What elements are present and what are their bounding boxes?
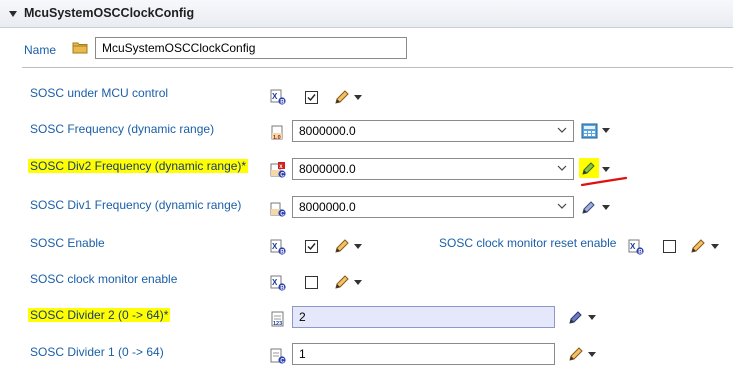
pencil-icon[interactable] (333, 273, 351, 291)
sosc-clock-monitor-enable-label: SOSC clock monitor enable (30, 272, 178, 286)
sosc-clock-monitor-reset-enable-label: SOSC clock monitor reset enable (439, 236, 617, 250)
chevron-down-icon[interactable] (602, 205, 610, 211)
sosc-frequency-value: 8000000.0 (299, 124, 356, 138)
svg-text:B: B (280, 100, 285, 106)
chevron-down-icon[interactable] (602, 128, 610, 134)
section-header[interactable]: McuSystemOSCClockConfig (0, 0, 733, 28)
sosc-divider-1-field[interactable]: 1 (292, 343, 555, 365)
name-field[interactable]: McuSystemOSCClockConfig (95, 37, 407, 59)
wand-icon[interactable] (567, 308, 585, 326)
pencil-icon[interactable] (333, 88, 351, 106)
pencil-icon[interactable] (333, 237, 351, 255)
svg-text:B: B (280, 286, 285, 292)
sosc-div1-frequency-label: SOSC Div1 Frequency (dynamic range) (30, 198, 242, 212)
sosc-clock-monitor-reset-enable-checkbox[interactable] (663, 240, 676, 253)
pencil-icon[interactable] (689, 237, 707, 255)
svg-text:123: 123 (273, 321, 282, 327)
chevron-down-icon[interactable] (711, 244, 719, 250)
calculator-icon[interactable] (581, 123, 598, 139)
chevron-down-icon[interactable] (354, 95, 362, 101)
sosc-frequency-label: SOSC Frequency (dynamic range) (30, 122, 215, 136)
svg-text:C: C (280, 173, 285, 179)
pencil-icon[interactable] (567, 345, 585, 363)
sosc-div1-frequency-combo[interactable]: 8000000.0 (292, 196, 574, 218)
checkmark-icon (307, 243, 316, 251)
boolean-type-icon: X B (270, 239, 286, 255)
folder-icon[interactable] (72, 40, 88, 54)
chevron-down-icon[interactable] (557, 165, 567, 172)
name-label: Name (24, 43, 57, 57)
sosc-enable-checkbox[interactable] (305, 240, 318, 253)
float-type-calculated-icon: x C (270, 162, 286, 178)
float-type-calculated-icon: C (270, 202, 286, 218)
chevron-down-icon[interactable] (354, 244, 362, 250)
chevron-down-icon[interactable] (557, 203, 567, 210)
chevron-down-icon[interactable] (588, 352, 596, 358)
svg-text:X: X (630, 242, 636, 251)
chevron-down-icon[interactable] (602, 167, 610, 173)
sosc-divider-2-label: SOSC Divider 2 (0 -> 64)* (28, 308, 171, 322)
chevron-down-icon[interactable] (557, 127, 567, 134)
sosc-enable-label: SOSC Enable (30, 236, 105, 250)
sosc-div2-frequency-value: 8000000.0 (299, 162, 356, 176)
chevron-down-icon[interactable] (354, 280, 362, 286)
wand-icon[interactable] (580, 159, 598, 177)
sosc-divider-2-field[interactable]: 2 (292, 306, 555, 328)
sosc-under-mcu-control-checkbox[interactable] (305, 91, 318, 104)
integer-type-icon: 123 (271, 311, 284, 327)
svg-text:X: X (272, 92, 278, 101)
separator (22, 67, 733, 68)
checkmark-icon (307, 94, 316, 102)
float-type-icon: 1.0 (271, 125, 283, 141)
svg-text:1.0: 1.0 (273, 135, 281, 141)
svg-text:B: B (280, 250, 285, 256)
wand-icon[interactable] (580, 198, 598, 216)
red-underline-annotation (580, 176, 628, 187)
integer-type-calculated-icon: C (270, 348, 286, 364)
sosc-frequency-combo[interactable]: 8000000.0 (292, 120, 574, 142)
svg-text:B: B (638, 250, 643, 256)
boolean-type-icon: X B (270, 89, 286, 105)
sosc-under-mcu-control-label: SOSC under MCU control (30, 86, 169, 100)
sosc-clock-monitor-enable-checkbox[interactable] (305, 276, 318, 289)
svg-text:C: C (280, 212, 285, 218)
boolean-type-icon: X B (270, 275, 286, 291)
svg-text:X: X (272, 242, 278, 251)
svg-text:X: X (272, 278, 278, 287)
chevron-down-icon[interactable] (588, 315, 596, 321)
sosc-div2-frequency-label: SOSC Div2 Frequency (dynamic range)* (28, 159, 249, 173)
svg-text:C: C (280, 359, 285, 365)
boolean-type-icon: X B (628, 239, 644, 255)
section-title: McuSystemOSCClockConfig (24, 6, 195, 20)
sosc-divider-1-label: SOSC Divider 1 (0 -> 64) (30, 345, 164, 359)
collapse-triangle-icon[interactable] (8, 10, 18, 18)
sosc-div2-frequency-combo[interactable]: 8000000.0 (292, 158, 574, 180)
sosc-div1-frequency-value: 8000000.0 (299, 200, 356, 214)
